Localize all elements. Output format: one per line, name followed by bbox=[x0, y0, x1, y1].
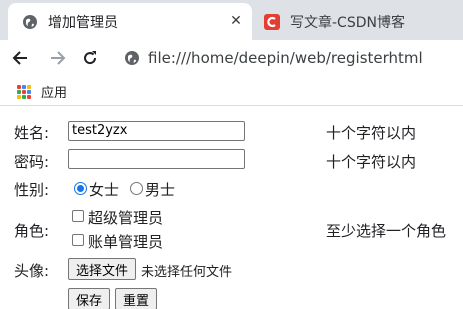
gender-label: 性别: bbox=[14, 181, 50, 199]
globe-icon bbox=[124, 50, 140, 66]
avatar-label: 头像: bbox=[14, 262, 50, 280]
save-button[interactable]: 保存 bbox=[68, 288, 110, 309]
globe-icon bbox=[22, 14, 38, 30]
name-hint: 十个字符以内 bbox=[326, 124, 417, 142]
billing-admin-label: 账单管理员 bbox=[88, 233, 164, 251]
radio-male[interactable] bbox=[130, 182, 143, 195]
url-text: file:///home/deepin/web/registerhtml bbox=[148, 49, 423, 67]
radio-female[interactable] bbox=[74, 182, 87, 195]
file-status: 未选择任何文件 bbox=[141, 265, 233, 280]
tab-strip: 增加管理员 ✕ 写文章-CSDN博客 bbox=[0, 0, 463, 40]
choose-file-button[interactable]: 选择文件 bbox=[68, 258, 136, 280]
password-label: 密码: bbox=[14, 153, 50, 171]
checkbox-billing-admin[interactable] bbox=[72, 234, 84, 246]
address-bar[interactable]: file:///home/deepin/web/registerhtml bbox=[124, 46, 423, 70]
password-hint: 十个字符以内 bbox=[326, 153, 417, 171]
male-option-label: 男士 bbox=[145, 181, 176, 199]
tab-add-admin[interactable]: 增加管理员 ✕ bbox=[8, 3, 252, 40]
role-hint: 至少选择一个角色 bbox=[326, 222, 447, 240]
name-label: 姓名: bbox=[14, 124, 50, 142]
reset-button[interactable]: 重置 bbox=[115, 288, 157, 309]
forward-icon[interactable] bbox=[46, 46, 70, 70]
role-label: 角色: bbox=[14, 222, 50, 240]
reload-icon[interactable] bbox=[78, 46, 102, 70]
password-input[interactable] bbox=[68, 149, 245, 169]
checkbox-super-admin[interactable] bbox=[72, 210, 84, 222]
csdn-icon bbox=[264, 13, 280, 30]
apps-bookmark[interactable]: 应用 bbox=[17, 82, 67, 101]
tab-csdn[interactable]: 写文章-CSDN博客 bbox=[254, 3, 463, 40]
female-option-label: 女士 bbox=[89, 181, 120, 199]
register-form: 姓名: test2yzx 十个字符以内 密码: 十个字符以内 性别: 女士 男士… bbox=[0, 108, 463, 309]
bookmarks-bar: 应用 bbox=[0, 76, 463, 106]
toolbar: file:///home/deepin/web/registerhtml bbox=[0, 40, 463, 76]
super-admin-label: 超级管理员 bbox=[88, 209, 164, 227]
close-icon[interactable]: ✕ bbox=[226, 11, 246, 31]
tab-title: 增加管理员 bbox=[48, 14, 118, 31]
back-icon[interactable] bbox=[8, 46, 32, 70]
name-input[interactable]: test2yzx bbox=[68, 121, 245, 141]
apps-grid-icon bbox=[17, 84, 31, 99]
tab-title: 写文章-CSDN博客 bbox=[290, 14, 405, 31]
apps-label: 应用 bbox=[41, 86, 68, 101]
